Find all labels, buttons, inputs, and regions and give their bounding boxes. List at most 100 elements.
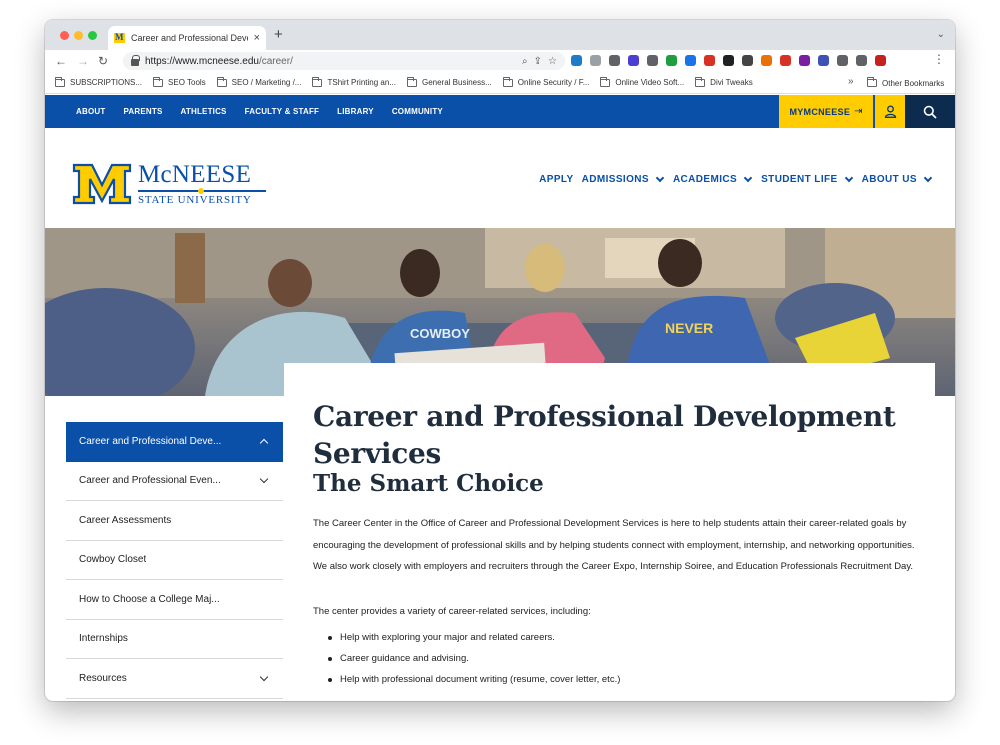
logo-subtitle: STATE UNIVERSITY (138, 194, 252, 206)
chevron-down-icon[interactable] (259, 672, 269, 681)
page-title: Career and Professional Development Serv… (313, 400, 896, 470)
reload-icon[interactable]: ↻ (98, 53, 108, 69)
utility-link[interactable]: COMMUNITY (392, 107, 443, 116)
extension-icon[interactable] (704, 55, 715, 66)
folder-icon (867, 77, 877, 87)
close-window-button[interactable] (60, 31, 69, 40)
utility-link[interactable]: ABOUT (76, 107, 105, 116)
bookmark-folder[interactable]: Online Security / F... (502, 76, 590, 87)
address-url: https://www.mcneese.edu/career/ (145, 55, 293, 67)
extension-icon[interactable] (685, 55, 696, 66)
browser-window: Career and Professional Develo × + ⌄ ← →… (45, 20, 955, 701)
sidebar-item[interactable]: Internships (66, 620, 283, 659)
maximize-window-button[interactable] (88, 31, 97, 40)
sidebar-item-label: Resources (79, 672, 127, 684)
sidebar-item[interactable]: How to Choose a College Maj... (66, 580, 283, 620)
chevron-down-icon[interactable] (923, 173, 933, 183)
bookmark-folder[interactable]: SEO Tools (153, 76, 206, 87)
utility-link[interactable]: FACULTY & STAFF (245, 107, 320, 116)
chevron-down-icon[interactable] (743, 173, 753, 183)
extension-icon[interactable] (666, 55, 677, 66)
extension-icon[interactable] (856, 55, 867, 66)
extension-icon[interactable] (647, 55, 658, 66)
zoom-icon[interactable]: ⌕ (522, 56, 528, 67)
utility-links: ABOUT PARENTS ATHLETICS FACULTY & STAFF LIBR… (76, 95, 443, 128)
folder-icon (216, 76, 227, 87)
main-nav-item[interactable]: ABOUT US (861, 173, 933, 185)
site-search-button[interactable] (905, 95, 955, 128)
browser-menu-icon[interactable]: ⋮ (933, 52, 945, 66)
folder-icon (695, 76, 706, 87)
folder-icon (153, 76, 164, 87)
main-nav-item[interactable]: ADMISSIONS (581, 173, 665, 185)
browser-tab-active[interactable]: Career and Professional Develo × (108, 26, 266, 50)
new-tab-button[interactable]: + (274, 27, 283, 42)
tab-search-chevron-icon[interactable]: ⌄ (937, 29, 945, 40)
extension-icon[interactable] (780, 55, 791, 66)
utility-link[interactable]: PARENTS (123, 107, 162, 116)
site-header: McNEESE STATE UNIVERSITY APPLY ADMISSIONS… (45, 128, 955, 228)
main-nav-label: ADMISSIONS (581, 174, 649, 185)
search-icon (923, 105, 937, 119)
extension-icon[interactable] (799, 55, 810, 66)
chevron-down-icon[interactable] (259, 475, 269, 484)
sidebar-item[interactable]: Cowboy Closet (66, 541, 283, 580)
bookmark-folder[interactable]: SEO / Marketing /... (216, 76, 301, 87)
site-utility-bar: ABOUT PARENTS ATHLETICS FACULTY & STAFF LIBR… (45, 95, 955, 128)
sidebar-item-label: Career and Professional Even... (79, 475, 221, 487)
extension-icon[interactable] (875, 55, 886, 66)
bookmark-folder[interactable]: Divi Tweaks (695, 76, 753, 87)
chevron-down-icon[interactable] (655, 173, 665, 183)
extension-icon[interactable] (723, 55, 734, 66)
forward-arrow-icon[interactable]: → (77, 53, 89, 69)
sidebar-item-label: Cowboy Closet (79, 554, 147, 566)
bookmark-star-icon[interactable]: ☆ (548, 56, 557, 67)
extension-icon[interactable] (742, 55, 753, 66)
browser-toolbar: ← → ↻ https://www.mcneese.edu/career/ ⌕ … (45, 50, 955, 72)
extension-icon[interactable] (818, 55, 829, 66)
bookmark-label: Online Security / F... (517, 78, 590, 87)
bookmark-folder[interactable]: Online Video Soft... (600, 76, 684, 87)
close-tab-icon[interactable]: × (254, 32, 260, 44)
mcneese-logo[interactable]: McNEESE STATE UNIVERSITY (72, 161, 266, 207)
minimize-window-button[interactable] (74, 31, 83, 40)
services-lead: The center provides a variety of career-… (313, 606, 591, 617)
list-item: Help with professional document writing … (328, 674, 620, 695)
bookmark-folder[interactable]: SUBSCRIPTIONS... (55, 76, 142, 87)
extension-icon[interactable] (761, 55, 772, 66)
sidebar-item[interactable]: Career Assessments (66, 501, 283, 541)
sidebar-item[interactable]: Resources (66, 659, 283, 699)
mcneese-m-logo-icon (72, 163, 132, 205)
other-bookmarks-label: Other Bookmarks (882, 78, 945, 88)
bookmark-folder[interactable]: TShirt Printing an... (312, 76, 396, 87)
main-nav-item[interactable]: APPLY (539, 174, 573, 185)
extension-icon[interactable] (609, 55, 620, 66)
sidebar-item[interactable]: Career and Professional Deve... (66, 422, 283, 462)
address-bar[interactable]: https://www.mcneese.edu/career/ ⌕ ⇪ ☆ (123, 52, 565, 70)
sidebar-item[interactable]: Career and Professional Even... (66, 462, 283, 501)
main-content: Career and Professional Development Serv… (284, 363, 935, 701)
extension-icon[interactable] (590, 55, 601, 66)
utility-link[interactable]: ATHLETICS (181, 107, 227, 116)
chevron-up-icon[interactable] (259, 439, 269, 448)
account-button[interactable] (875, 95, 905, 128)
mymcneese-button[interactable]: MYMCNEESE ⇥ (779, 95, 874, 128)
extension-icon[interactable] (837, 55, 848, 66)
bookmark-folder[interactable]: General Business... (406, 76, 492, 87)
main-nav-item[interactable]: STUDENT LIFE (761, 173, 853, 185)
extension-icon[interactable] (571, 55, 582, 66)
utility-link[interactable]: LIBRARY (337, 107, 374, 116)
share-icon[interactable]: ⇪ (534, 56, 542, 67)
bookmarks-overflow-icon[interactable]: » (848, 76, 854, 87)
chevron-down-icon[interactable] (844, 173, 853, 183)
bookmark-label: Divi Tweaks (710, 78, 753, 87)
main-nav-label: ABOUT US (861, 174, 917, 185)
other-bookmarks-folder[interactable]: Other Bookmarks (867, 72, 944, 94)
back-arrow-icon[interactable]: ← (55, 53, 67, 69)
list-item: Help with exploring your major and relat… (328, 632, 620, 653)
extension-icon[interactable] (628, 55, 639, 66)
main-nav-item[interactable]: ACADEMICS (673, 173, 753, 185)
logo-divider (138, 188, 266, 194)
sidebar-item-label: Career and Professional Deve... (79, 436, 222, 448)
main-nav-label: APPLY (539, 174, 574, 185)
